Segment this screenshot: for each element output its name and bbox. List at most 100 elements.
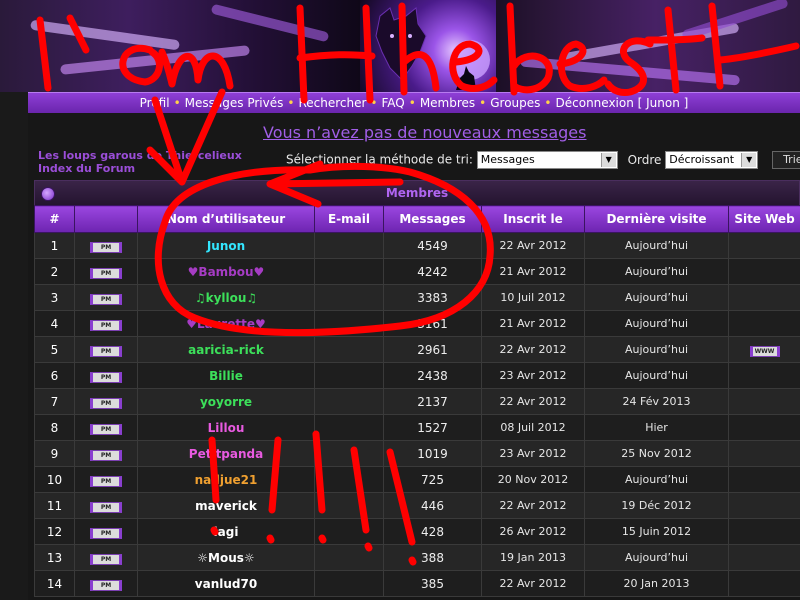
username-cell[interactable]: Petitpanda bbox=[137, 440, 315, 467]
nav-separator: • bbox=[479, 96, 487, 110]
messages-count-cell: 2438 bbox=[383, 362, 482, 389]
col-header-website[interactable]: Site Web bbox=[728, 205, 800, 233]
nav-faq[interactable]: FAQ bbox=[381, 96, 404, 110]
username-cell[interactable]: Junon bbox=[137, 232, 315, 259]
send-pm-button[interactable]: PM bbox=[90, 293, 122, 305]
rank-cell: 9 bbox=[34, 440, 75, 467]
send-pm-button[interactable]: PM bbox=[90, 579, 122, 591]
last-visit-cell: Aujourd’hui bbox=[584, 336, 729, 363]
rank-cell: 8 bbox=[34, 414, 75, 441]
forum-name-link[interactable]: Les loups garous de Thiercelieux bbox=[38, 149, 242, 162]
messages-count-cell: 1019 bbox=[383, 440, 482, 467]
rank-cell: 4 bbox=[34, 310, 75, 337]
send-pm-button[interactable]: PM bbox=[90, 449, 122, 461]
email-cell bbox=[314, 492, 384, 519]
website-cell bbox=[728, 492, 800, 519]
send-pm-button[interactable]: PM bbox=[90, 345, 122, 357]
website-cell bbox=[728, 388, 800, 415]
last-visit-cell: 24 Fév 2013 bbox=[584, 388, 729, 415]
last-visit-cell: Aujourd’hui bbox=[584, 284, 729, 311]
joined-date-cell: 22 Avr 2012 bbox=[481, 388, 585, 415]
table-row: 13 PM ☼Mous☼ 388 19 Jan 2013 Aujourd’hui bbox=[34, 544, 800, 571]
username-cell[interactable]: aaricia-rick bbox=[137, 336, 315, 363]
rank-cell: 11 bbox=[34, 492, 75, 519]
send-pm-button[interactable]: PM bbox=[90, 267, 122, 279]
send-pm-button[interactable]: PM bbox=[90, 371, 122, 383]
messages-count-cell: 3383 bbox=[383, 284, 482, 311]
banner-streak bbox=[681, 0, 789, 41]
username-cell[interactable]: ♥Laurette♥ bbox=[137, 310, 315, 337]
send-pm-button[interactable]: PM bbox=[90, 241, 122, 253]
sort-method-select[interactable]: Messages ▼ bbox=[476, 151, 618, 169]
nav-deconnexion[interactable]: Déconnexion [ Junon ] bbox=[556, 96, 689, 110]
last-visit-cell: Aujourd’hui bbox=[584, 544, 729, 571]
members-panel-header: Membres bbox=[34, 180, 800, 205]
username-cell[interactable]: ♫kyllou♫ bbox=[137, 284, 315, 311]
pm-cell: PM bbox=[74, 362, 138, 389]
username-cell[interactable]: nadjue21 bbox=[137, 466, 315, 493]
joined-date-cell: 21 Avr 2012 bbox=[481, 310, 585, 337]
joined-date-cell: 19 Jan 2013 bbox=[481, 544, 585, 571]
joined-date-cell: 23 Avr 2012 bbox=[481, 362, 585, 389]
send-pm-button[interactable]: PM bbox=[90, 501, 122, 513]
username-cell[interactable]: ♥Bambou♥ bbox=[137, 258, 315, 285]
username-cell[interactable]: lagi bbox=[137, 518, 315, 545]
col-header-last-visit[interactable]: Dernière visite bbox=[584, 205, 729, 233]
send-pm-button[interactable]: PM bbox=[90, 553, 122, 565]
nav-messages-prives[interactable]: Messages Privés bbox=[185, 96, 284, 110]
send-pm-button[interactable]: PM bbox=[90, 319, 122, 331]
nav-profil[interactable]: Profil bbox=[140, 96, 170, 110]
table-row: 4 PM ♥Laurette♥ 3161 21 Avr 2012 Aujourd’hui bbox=[34, 310, 800, 337]
username-cell[interactable]: ☼Mous☼ bbox=[137, 544, 315, 571]
table-row: 9 PM Petitpanda 1019 23 Avr 2012 25 Nov 2012 bbox=[34, 440, 800, 467]
table-header-row: # Nom d’utilisateur E-mail Messages Insc… bbox=[34, 205, 800, 233]
joined-date-cell: 23 Avr 2012 bbox=[481, 440, 585, 467]
breadcrumb: Les loups garous de Thiercelieux Index d… bbox=[38, 149, 242, 175]
rank-cell: 12 bbox=[34, 518, 75, 545]
send-pm-button[interactable]: PM bbox=[90, 397, 122, 409]
forum-index-link[interactable]: Index du Forum bbox=[38, 162, 242, 175]
pm-cell: PM bbox=[74, 232, 138, 259]
col-header-number[interactable]: # bbox=[34, 205, 75, 233]
send-pm-button[interactable]: PM bbox=[90, 475, 122, 487]
nav-rechercher[interactable]: Rechercher bbox=[298, 96, 366, 110]
email-cell bbox=[314, 232, 384, 259]
username-cell[interactable]: Billie bbox=[137, 362, 315, 389]
website-cell bbox=[728, 232, 800, 259]
email-cell bbox=[314, 466, 384, 493]
joined-date-cell: 08 Juil 2012 bbox=[481, 414, 585, 441]
website-cell bbox=[728, 258, 800, 285]
col-header-joined[interactable]: Inscrit le bbox=[481, 205, 585, 233]
website-button[interactable]: WWW bbox=[749, 345, 780, 357]
sort-order-label: Ordre bbox=[627, 152, 662, 167]
new-messages-link[interactable]: Vous n’avez pas de nouveaux messages bbox=[263, 123, 586, 142]
joined-date-cell: 20 Nov 2012 bbox=[481, 466, 585, 493]
website-cell bbox=[728, 414, 800, 441]
website-cell bbox=[728, 310, 800, 337]
send-pm-button[interactable]: PM bbox=[90, 527, 122, 539]
username-cell[interactable]: yoyorre bbox=[137, 388, 315, 415]
members-panel-title: Membres bbox=[385, 186, 449, 200]
email-cell bbox=[314, 570, 384, 597]
table-row: 10 PM nadjue21 725 20 Nov 2012 Aujourd’hui bbox=[34, 466, 800, 493]
last-visit-cell: Aujourd’hui bbox=[584, 362, 729, 389]
col-header-email[interactable]: E-mail bbox=[314, 205, 384, 233]
username-cell[interactable]: vanlud70 bbox=[137, 570, 315, 597]
last-visit-cell: 19 Déc 2012 bbox=[584, 492, 729, 519]
rank-cell: 10 bbox=[34, 466, 75, 493]
sort-order-select[interactable]: Décroissant ▼ bbox=[665, 151, 759, 169]
col-header-username[interactable]: Nom d’utilisateur bbox=[137, 205, 315, 233]
nav-groupes[interactable]: Groupes bbox=[490, 96, 540, 110]
col-header-messages[interactable]: Messages bbox=[383, 205, 482, 233]
wolf-image bbox=[360, 0, 496, 92]
banner-streak bbox=[519, 56, 741, 86]
sort-method-label: Sélectionner la méthode de tri: bbox=[286, 152, 473, 167]
rank-cell: 5 bbox=[34, 336, 75, 363]
table-row: 8 PM Lillou 1527 08 Juil 2012 Hier bbox=[34, 414, 800, 441]
nav-membres[interactable]: Membres bbox=[420, 96, 475, 110]
website-cell bbox=[728, 284, 800, 311]
sort-button[interactable]: Trier bbox=[772, 151, 800, 169]
send-pm-button[interactable]: PM bbox=[90, 423, 122, 435]
username-cell[interactable]: maverick bbox=[137, 492, 315, 519]
username-cell[interactable]: Lillou bbox=[137, 414, 315, 441]
